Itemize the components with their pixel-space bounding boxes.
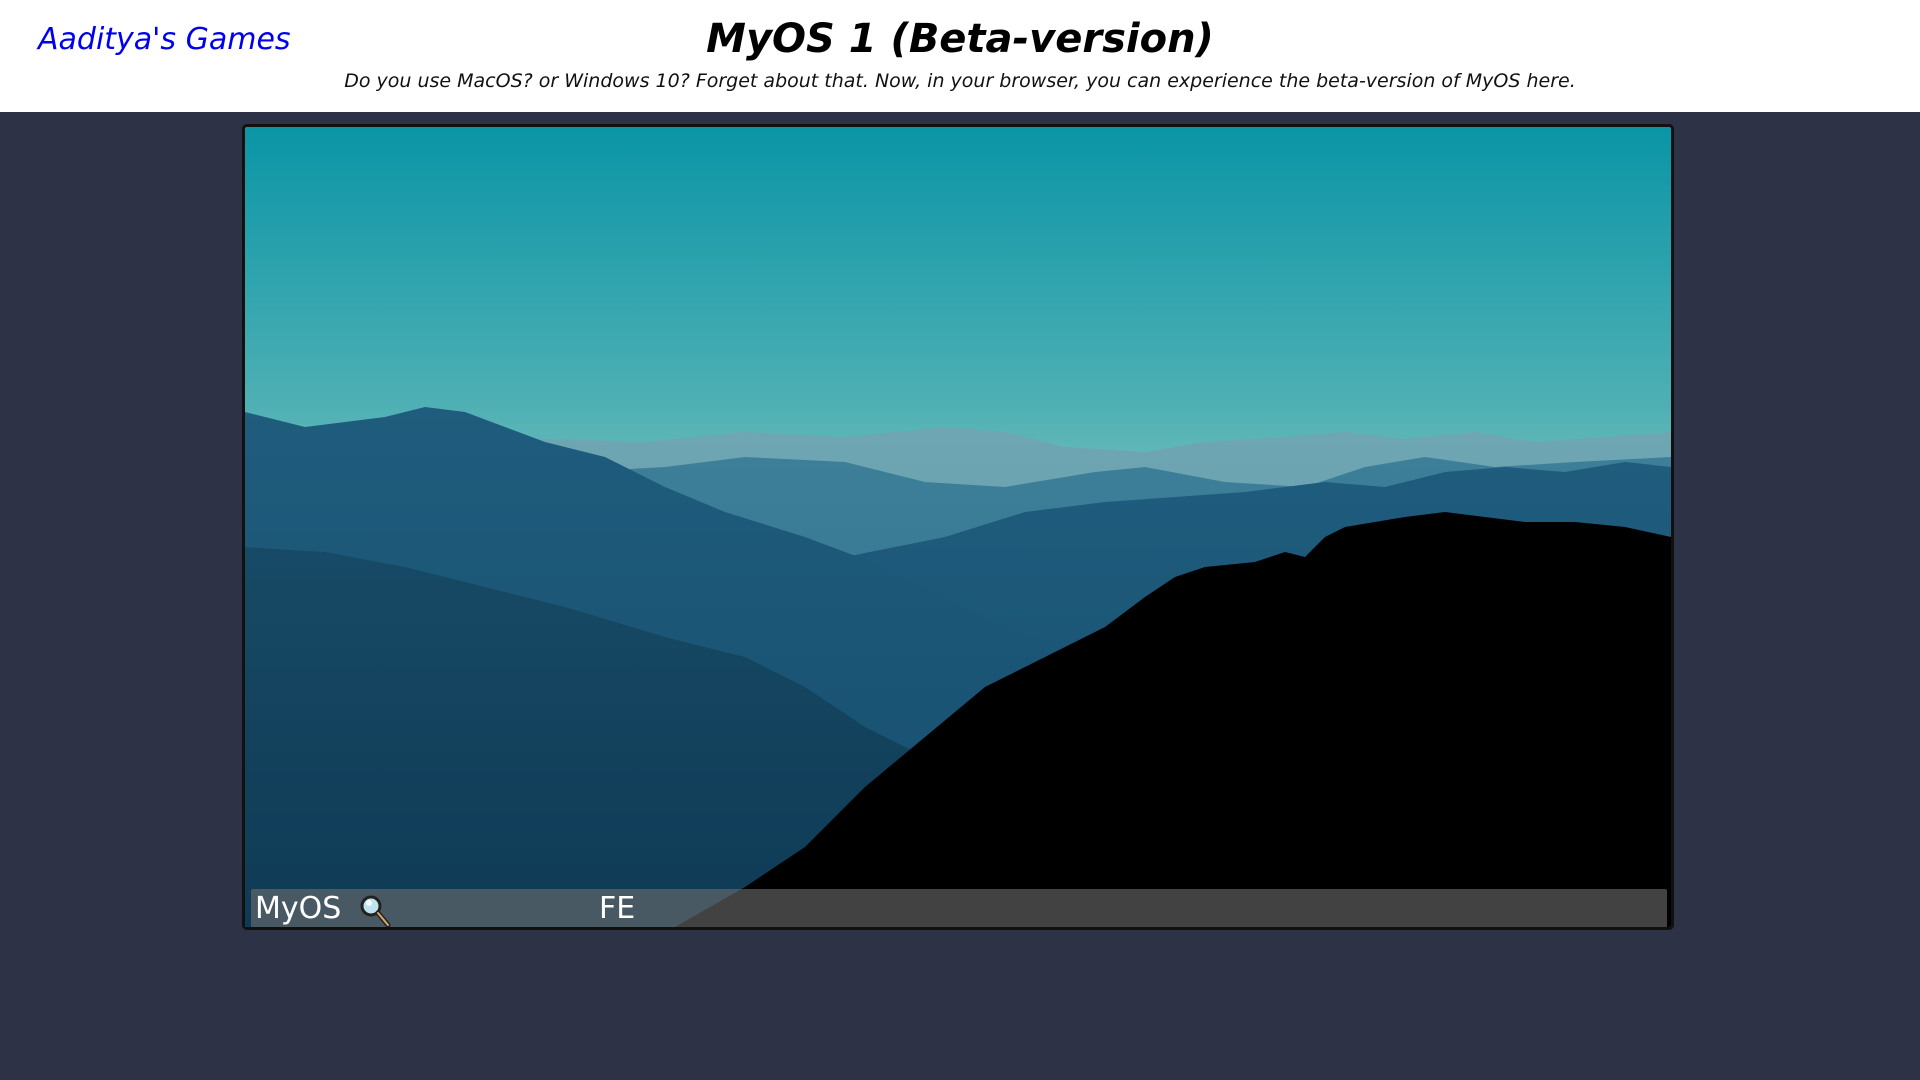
page-title: MyOS 1 (Beta-version) bbox=[706, 16, 1214, 62]
magnifier-icon bbox=[360, 895, 391, 927]
start-button[interactable]: MyOS bbox=[255, 891, 341, 926]
taskbar: MyOS FE bbox=[251, 889, 1667, 927]
page-subtitle: Do you use MacOS? or Windows 10? Forget … bbox=[344, 70, 1576, 92]
search-button[interactable] bbox=[357, 893, 393, 927]
os-desktop-window[interactable]: MyOS FE bbox=[242, 124, 1674, 930]
file-explorer-button[interactable]: FE bbox=[599, 891, 635, 926]
page-header: Aaditya's Games MyOS 1 (Beta-version) Do… bbox=[0, 0, 1920, 112]
desktop-wallpaper bbox=[245, 127, 1671, 927]
